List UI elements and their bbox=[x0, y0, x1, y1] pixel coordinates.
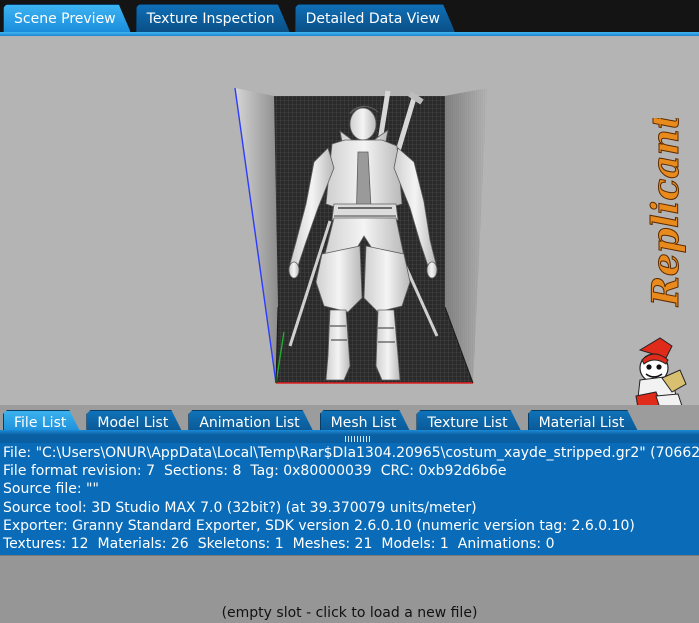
materials-count: Materials: 26 bbox=[97, 536, 189, 553]
source-file-line: Source file: "" bbox=[3, 481, 99, 498]
file-info-panel[interactable]: File: "C:\Users\ONUR\AppData\Local\Temp\… bbox=[0, 443, 699, 555]
empty-file-slot[interactable]: (empty slot - click to load a new file) bbox=[0, 555, 699, 623]
tab-texture-inspection[interactable]: Texture Inspection bbox=[136, 4, 290, 32]
file-path-line: File: "C:\Users\ONUR\AppData\Local\Temp\… bbox=[3, 445, 699, 461]
replicant-logo-text: Replicant bbox=[645, 118, 687, 307]
exporter-line: Exporter: Granny Standard Exporter, SDK … bbox=[3, 517, 635, 534]
splitter-grip-icon[interactable] bbox=[345, 436, 371, 442]
tab-detailed-data-view[interactable]: Detailed Data View bbox=[295, 4, 455, 32]
top-tab-bar: Scene Preview Texture Inspection Detaile… bbox=[0, 0, 699, 36]
box-floor bbox=[276, 307, 473, 383]
panel-splitter[interactable] bbox=[0, 435, 699, 443]
textures-count: Textures: 12 bbox=[3, 536, 89, 553]
scene-viewport[interactable]: Replicant bbox=[0, 36, 699, 405]
file-crc: CRC: 0xb92d6b6e bbox=[380, 463, 507, 480]
meshes-count: Meshes: 21 bbox=[292, 536, 373, 553]
counts-line: Textures: 12 Materials: 26 Skeletons: 1 Mes… bbox=[3, 535, 699, 553]
source-tool-line: Source tool: 3D Studio MAX 7.0 (32bit?) … bbox=[3, 499, 477, 516]
tab-scene-preview[interactable]: Scene Preview bbox=[3, 4, 131, 32]
file-tag: Tag: 0x80000039 bbox=[250, 463, 372, 480]
models-count: Models: 1 bbox=[381, 536, 449, 553]
mascot-icon bbox=[635, 337, 687, 405]
animations-count: Animations: 0 bbox=[457, 536, 555, 553]
file-format-line: File format revision: 7 Sections: 8 Tag: 0… bbox=[3, 462, 699, 480]
empty-slot-label: (empty slot - click to load a new file) bbox=[221, 605, 478, 621]
skeletons-count: Skeletons: 1 bbox=[197, 536, 284, 553]
format-revision: File format revision: 7 bbox=[3, 463, 155, 480]
scene-render bbox=[234, 87, 487, 384]
sections-count: Sections: 8 bbox=[163, 463, 242, 480]
replicant-logo: Replicant bbox=[635, 118, 688, 405]
